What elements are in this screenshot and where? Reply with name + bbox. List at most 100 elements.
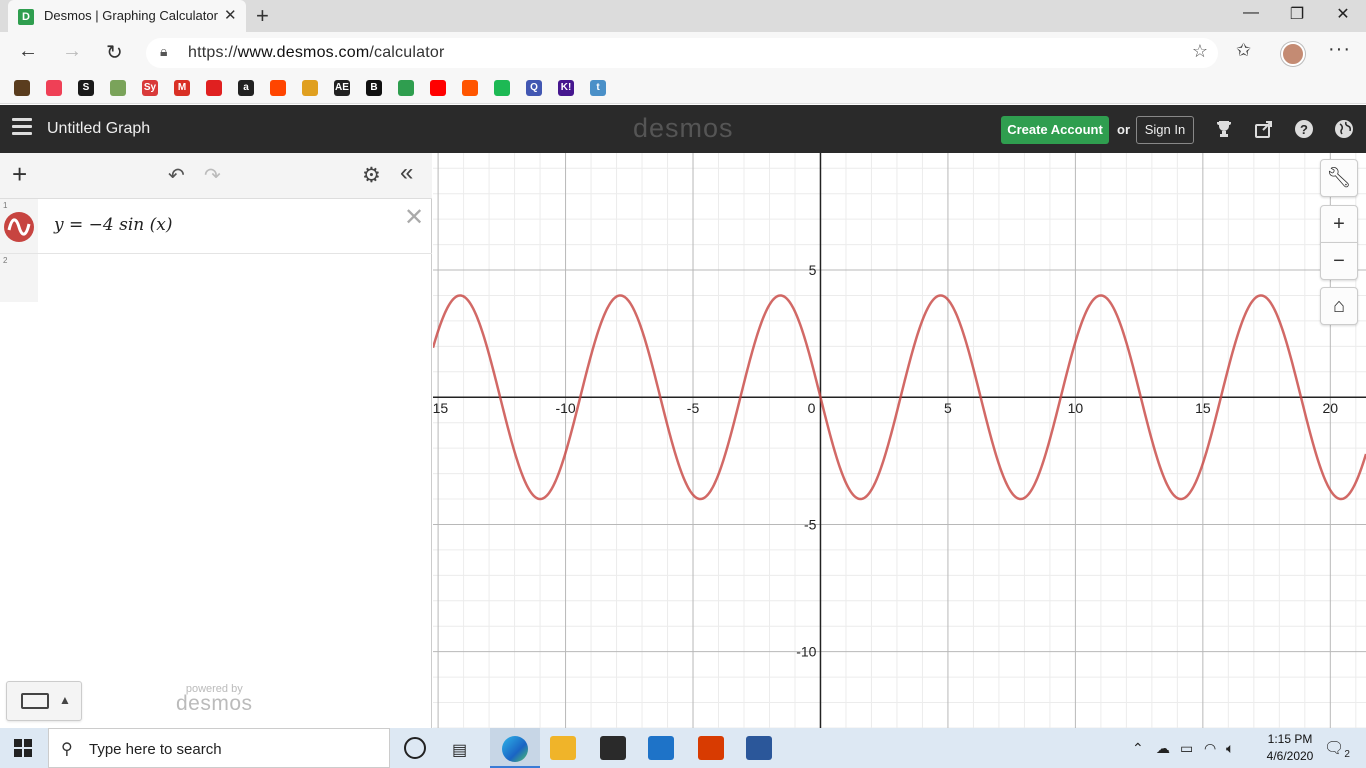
help-icon[interactable]: ? — [1294, 119, 1314, 139]
symbaloo-icon[interactable]: Sy — [142, 80, 158, 96]
redo-icon[interactable]: ↷ — [204, 163, 221, 188]
word-icon[interactable] — [746, 736, 772, 760]
forward-button[interactable]: → — [62, 40, 82, 63]
clock-time: 1:15 PM — [1267, 732, 1313, 746]
url-field[interactable]: 🔒︎ https://www.desmos.com/calculator ☆ — [146, 38, 1218, 68]
keyboard-toggle-button[interactable]: ▲ — [6, 681, 82, 721]
quizlet-icon[interactable]: Q — [526, 80, 542, 96]
powered-by-logo: desmos — [176, 692, 253, 715]
add-item-button[interactable]: + — [12, 161, 27, 187]
desmos-logo: desmos — [633, 113, 734, 143]
onedrive-cloud-icon[interactable]: ☁ — [1156, 740, 1170, 757]
x-tick-label: 20 — [1323, 400, 1339, 416]
taskbar-search-box[interactable]: ⚲ Type here to search — [48, 728, 390, 768]
zoom-out-button[interactable]: − — [1320, 242, 1358, 280]
minimize-button[interactable]: — — [1228, 4, 1274, 22]
caret-up-icon: ▲ — [59, 693, 71, 707]
tab-close-icon[interactable]: ✕ — [224, 6, 237, 24]
delete-expression-icon[interactable]: ✕ — [404, 203, 424, 232]
tray-clock[interactable]: 1:15 PM 4/6/2020 — [1257, 731, 1323, 765]
graph-paper[interactable]: -15 -10 -5 0 5 10 15 20 5 -5 -10 🔧︎ + − ⌂ — [433, 153, 1366, 728]
desmos-bm-icon[interactable] — [398, 80, 414, 96]
browser-tab-strip: D Desmos | Graphing Calculator ✕ + — ❐ ✕ — [0, 0, 1366, 32]
amazon-icon[interactable]: a — [238, 80, 254, 96]
favorites-icon[interactable]: ✩ — [1236, 40, 1251, 61]
language-globe-icon[interactable] — [1334, 119, 1354, 139]
back-button[interactable]: ← — [18, 40, 38, 63]
browser-tab[interactable]: D Desmos | Graphing Calculator ✕ — [8, 0, 246, 32]
soundcloud-icon[interactable] — [462, 80, 478, 96]
x-tick-label: -15 — [433, 400, 448, 416]
skype-icon[interactable]: S — [78, 80, 94, 96]
notification-count: 2 — [1344, 749, 1350, 761]
trophy-icon[interactable] — [1214, 119, 1234, 139]
edge-icon — [502, 736, 528, 762]
more-menu-icon[interactable]: ··· — [1328, 38, 1351, 61]
address-bar-row: ← → ↻ 🔒︎ https://www.desmos.com/calculat… — [0, 32, 1366, 74]
expression-gutter: 1 — [0, 199, 38, 253]
powered-by-desmos[interactable]: powered by desmos — [176, 683, 253, 716]
tray-chevron-up-icon[interactable]: ⌃ — [1132, 740, 1144, 757]
url-text[interactable]: https://www.desmos.com/calculator — [188, 44, 444, 62]
close-window-button[interactable]: ✕ — [1320, 4, 1366, 24]
cortana-icon[interactable] — [404, 737, 426, 759]
default-viewport-home-icon[interactable]: ⌂ — [1320, 287, 1358, 325]
b-icon[interactable]: B — [366, 80, 382, 96]
windows-start-icon[interactable] — [14, 739, 32, 757]
y-tick-label: 5 — [809, 262, 817, 278]
tab-title: Desmos | Graphing Calculator — [44, 8, 218, 23]
wifi-icon[interactable]: ◠ — [1204, 740, 1216, 757]
edge-taskbar-item[interactable] — [490, 728, 540, 768]
swoosh-icon[interactable] — [206, 80, 222, 96]
notifications-icon[interactable]: 🗨︎2 — [1324, 738, 1350, 760]
expression-input[interactable]: y = −4 sin (x) — [54, 215, 173, 235]
collapse-panel-icon[interactable]: « — [400, 159, 413, 187]
refresh-button[interactable]: ↻ — [106, 40, 123, 65]
windows-taskbar: ⚲ Type here to search ▤ ⌃ ☁ ▭ ◠ 🔈︎ 1:15 … — [0, 728, 1366, 768]
graph-title[interactable]: Untitled Graph — [47, 120, 150, 138]
sign-in-button[interactable]: Sign In — [1136, 116, 1194, 144]
youtube-icon[interactable] — [430, 80, 446, 96]
hamburger-menu-icon[interactable] — [12, 118, 32, 138]
ae-icon[interactable]: AE — [334, 80, 350, 96]
x-tick-label: 10 — [1068, 400, 1084, 416]
desmos-header: Untitled Graph desmos Create Account or … — [0, 105, 1366, 153]
pocket-icon[interactable] — [46, 80, 62, 96]
spotify-icon[interactable] — [494, 80, 510, 96]
zoom-in-button[interactable]: + — [1320, 205, 1358, 243]
task-view-icon[interactable]: ▤ — [452, 740, 467, 760]
new-tab-button[interactable]: + — [256, 3, 269, 29]
tumblr-icon[interactable]: t — [590, 80, 606, 96]
graph-settings-wrench-icon[interactable]: 🔧︎ — [1320, 159, 1358, 197]
profile-avatar[interactable] — [1281, 42, 1305, 66]
search-icon: ⚲ — [61, 741, 73, 758]
share-icon[interactable] — [1254, 119, 1274, 139]
url-host: www.desmos.com — [237, 44, 370, 61]
office-icon[interactable] — [698, 736, 724, 760]
volume-icon[interactable]: 🔈︎ — [1226, 740, 1234, 757]
expression-color-swatch[interactable] — [4, 212, 34, 242]
restore-button[interactable]: ❐ — [1274, 4, 1320, 24]
battery-icon[interactable]: ▭ — [1180, 740, 1193, 757]
lock-icon: 🔒︎ — [160, 43, 168, 59]
url-prefix: https:// — [188, 44, 238, 61]
kahoot-icon[interactable]: K! — [558, 80, 574, 96]
microsoft-store-icon[interactable] — [600, 736, 626, 760]
file-explorer-icon[interactable] — [550, 736, 576, 760]
mail-icon[interactable] — [648, 736, 674, 760]
expression-row[interactable]: 1 y = −4 sin (x) ✕ — [0, 199, 432, 254]
duck-icon[interactable] — [14, 80, 30, 96]
undo-icon[interactable]: ↶ — [168, 163, 185, 188]
gmail-icon[interactable]: M — [174, 80, 190, 96]
keyboard-icon — [21, 693, 49, 709]
create-account-button[interactable]: Create Account — [1001, 116, 1109, 144]
graph-canvas[interactable]: -15 -10 -5 0 5 10 15 20 5 -5 -10 — [433, 153, 1366, 728]
settings-gear-icon[interactable]: ⚙ — [362, 163, 381, 188]
reddit-icon[interactable] — [270, 80, 286, 96]
globe-icon[interactable] — [110, 80, 126, 96]
wave-icon[interactable] — [302, 80, 318, 96]
url-path: /calculator — [369, 44, 445, 61]
expression-row[interactable]: 2 — [0, 254, 432, 302]
expression-panel: + ↶ ↷ ⚙ « 1 y = −4 sin (x) ✕ 2 ▲ powered… — [0, 153, 432, 728]
favorite-star-icon[interactable]: ☆ — [1192, 41, 1208, 62]
